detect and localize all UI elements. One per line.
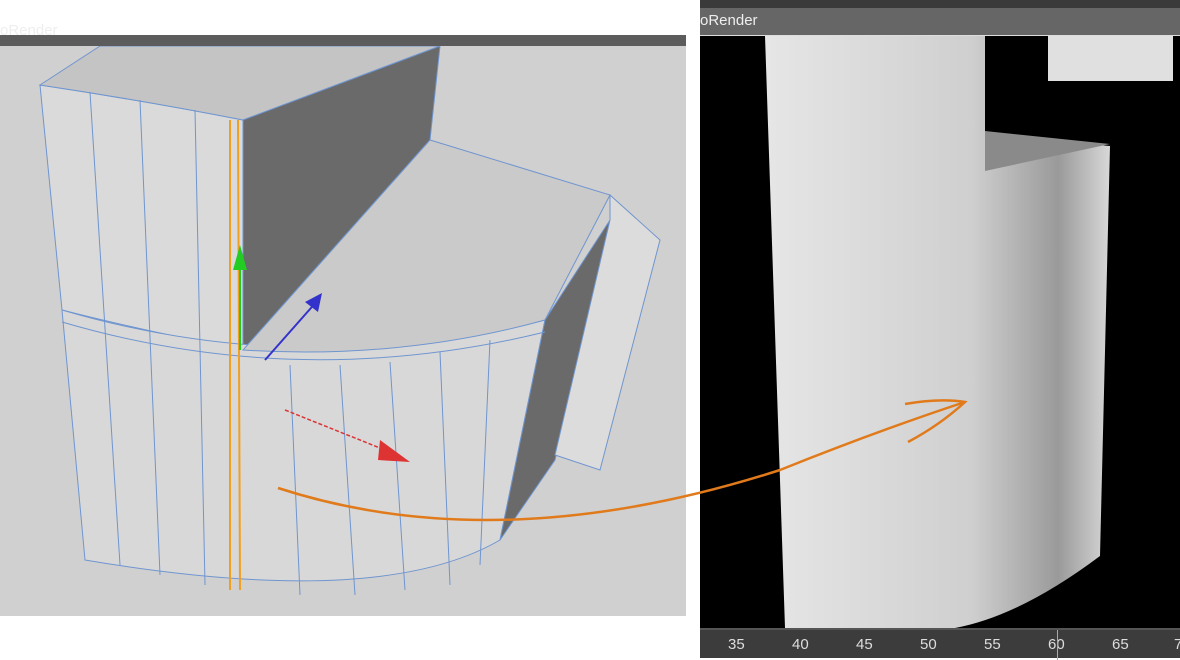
annotation-arrow: [277, 399, 968, 522]
